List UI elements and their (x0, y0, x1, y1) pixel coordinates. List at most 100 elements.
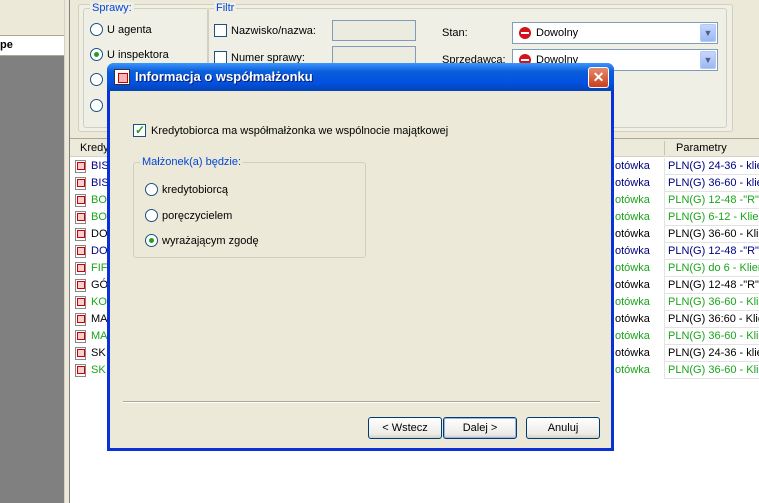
radio-label: poręczycielem (162, 209, 233, 222)
row-product: otówka (615, 245, 650, 257)
row-params: PLN(G) do 6 - Klien (668, 262, 759, 274)
stop-icon (519, 27, 531, 39)
document-icon (75, 160, 86, 173)
document-icon (75, 245, 86, 258)
left-panel-header (0, 0, 64, 36)
row-name: BO (91, 211, 107, 223)
row-params: PLN(G) 12-48 -"R" (668, 194, 759, 206)
document-icon (75, 330, 86, 343)
radio-icon[interactable] (90, 73, 103, 86)
radio-poreczyciel[interactable]: poręczycielem (145, 209, 232, 222)
row-product: otówka (615, 347, 650, 359)
cancel-button[interactable]: Anuluj (526, 417, 600, 439)
row-params: PLN(G) 12-48 -"R" (668, 245, 759, 257)
right-edge (733, 4, 759, 132)
document-icon (75, 211, 86, 224)
col-kredyt-header[interactable]: Kredy (80, 142, 109, 154)
spouse-role-group: Małżonek(a) będzie: kredytobiorcą poręcz… (133, 156, 366, 258)
row-name: SK (91, 364, 106, 376)
checkbox-icon[interactable] (133, 123, 146, 137)
stan-combo[interactable]: Dowolny ▼ (512, 22, 718, 44)
nazwisko-input[interactable] (332, 20, 416, 41)
spouse-role-title: Małżonek(a) będzie: (140, 156, 244, 168)
row-params: PLN(G) 36-60 - Klie (668, 296, 759, 308)
left-panel-row[interactable]: pe (0, 36, 64, 56)
document-icon (75, 364, 86, 377)
document-icon (75, 347, 86, 360)
row-params: PLN(G) 36:60 - Klie (668, 313, 759, 325)
row-name: DO (91, 245, 108, 257)
sprawy-title: Sprawy: (90, 2, 134, 14)
row-product: otówka (615, 330, 650, 342)
numer-label: Numer sprawy: (231, 51, 305, 64)
row-name: GÓ (91, 279, 109, 291)
radio-option-3[interactable] (90, 73, 103, 86)
spouse-checkbox-label: Kredytobiorca ma współmałżonka we wspóln… (151, 124, 449, 137)
row-product: otówka (615, 262, 650, 274)
row-params: PLN(G) 24-36 - klie (668, 160, 759, 172)
col-parametry-header[interactable]: Parametry (676, 142, 727, 154)
row-params: PLN(G) 36-60 - klie (668, 177, 759, 189)
radio-u-inspektora[interactable]: U inspektora (90, 48, 169, 61)
row-product: otówka (615, 296, 650, 308)
dialog-body: Kredytobiorca ma współmałżonka we wspóln… (110, 91, 611, 448)
row-params: PLN(G) 24-36 - klie (668, 347, 759, 359)
row-product: otówka (615, 177, 650, 189)
stan-value: Dowolny (536, 27, 579, 39)
spouse-checkbox-row[interactable]: Kredytobiorca ma współmałżonka we wspóln… (133, 123, 449, 137)
row-params: PLN(G) 36-60 - Klie (668, 364, 759, 376)
row-product: otówka (615, 228, 650, 240)
document-icon (75, 296, 86, 309)
radio-label: wyrażającym zgodę (162, 234, 259, 247)
back-button[interactable]: < Wstecz (368, 417, 442, 439)
radio-icon[interactable] (90, 23, 103, 36)
column-divider[interactable] (664, 141, 665, 155)
checkbox-icon[interactable] (214, 24, 227, 37)
row-name: SK (91, 347, 106, 359)
row-name: KO (91, 296, 107, 308)
row-product: otówka (615, 313, 650, 325)
radio-icon[interactable] (145, 234, 158, 247)
document-icon (75, 228, 86, 241)
nazwisko-label: Nazwisko/nazwa: (231, 24, 316, 37)
stan-label: Stan: (442, 27, 468, 39)
app-icon (114, 69, 130, 85)
radio-label: kredytobiorcą (162, 183, 229, 196)
row-params: PLN(G) 36-60 - Klie (668, 330, 759, 342)
radio-icon[interactable] (145, 209, 158, 222)
radio-kredytobiorca[interactable]: kredytobiorcą (145, 183, 228, 196)
left-panel: pe (0, 0, 70, 503)
spouse-info-dialog: Informacja o współmałżonku ✕ Kredytobior… (107, 63, 614, 451)
row-name: MA (91, 330, 108, 342)
row-product: otówka (615, 194, 650, 206)
close-icon[interactable]: ✕ (588, 67, 609, 88)
row-params: PLN(G) 36-60 - Klie (668, 228, 759, 240)
document-icon (75, 313, 86, 326)
row-name: FIF (91, 262, 108, 274)
row-name: DO (91, 228, 108, 240)
radio-icon[interactable] (90, 48, 103, 61)
radio-icon[interactable] (145, 183, 158, 196)
nazwisko-check[interactable]: Nazwisko/nazwa: (214, 24, 316, 37)
row-product: otówka (615, 364, 650, 376)
row-product: otówka (615, 160, 650, 172)
radio-icon[interactable] (90, 99, 103, 112)
button-separator (123, 401, 600, 403)
dropdown-arrow-icon[interactable]: ▼ (700, 51, 716, 69)
document-icon (75, 262, 86, 275)
dropdown-arrow-icon[interactable]: ▼ (700, 24, 716, 42)
row-product: otówka (615, 211, 650, 223)
document-icon (75, 194, 86, 207)
radio-wyrazajacy-zgode[interactable]: wyrażającym zgodę (145, 234, 259, 247)
radio-label: U inspektora (107, 48, 169, 61)
document-icon (75, 177, 86, 190)
radio-u-agenta[interactable]: U agenta (90, 23, 152, 36)
row-params: PLN(G) 12-48 -"R" (668, 279, 759, 291)
dialog-titlebar[interactable]: Informacja o współmałżonku ✕ (107, 63, 614, 91)
next-button[interactable]: Dalej > (443, 417, 517, 439)
radio-option-4[interactable] (90, 99, 103, 112)
row-name: MA (91, 313, 108, 325)
filtr-title: Filtr (214, 2, 237, 14)
radio-label: U agenta (107, 23, 152, 36)
row-name: BO (91, 194, 107, 206)
